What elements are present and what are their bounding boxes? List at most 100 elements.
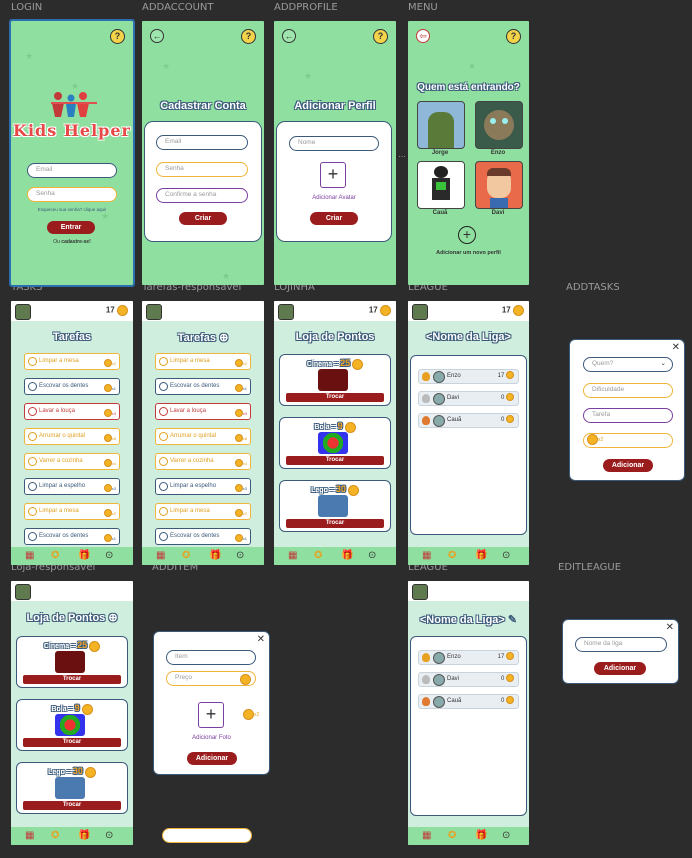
radio-icon[interactable]: [159, 382, 168, 391]
medal-icon[interactable]: ✪: [51, 550, 59, 561]
login-button[interactable]: Entrar: [47, 221, 95, 234]
more-icon[interactable]: ⊙: [502, 550, 510, 561]
task-item[interactable]: Arrumar o quintal x8: [24, 428, 120, 445]
page-title[interactable]: Tarefas ⊕: [142, 331, 264, 344]
price-input[interactable]: Preço: [166, 671, 256, 686]
profile-avatar-enzo[interactable]: [475, 101, 523, 149]
task-item[interactable]: Limpar a mesa x2: [155, 353, 251, 370]
create-button[interactable]: Criar: [179, 212, 227, 225]
gift-icon[interactable]: 🎁: [78, 550, 90, 561]
task-item[interactable]: Limpar a mesa x2: [24, 353, 120, 370]
medal-icon[interactable]: ✪: [182, 550, 190, 561]
radio-icon[interactable]: [28, 482, 37, 491]
task-item[interactable]: Varrer a cozinha x4: [155, 453, 251, 470]
add-photo-icon[interactable]: +: [198, 702, 224, 728]
trade-button[interactable]: Trocar: [286, 393, 384, 402]
radio-icon[interactable]: [159, 457, 168, 466]
trade-button[interactable]: Trocar: [23, 675, 121, 684]
radio-icon[interactable]: [159, 532, 168, 541]
task-item[interactable]: Escovar os dentes x1: [24, 378, 120, 395]
radio-icon[interactable]: [28, 432, 37, 441]
calendar-icon[interactable]: ▦: [156, 550, 165, 561]
user-avatar[interactable]: [412, 304, 428, 320]
profile-avatar-jorge[interactable]: [417, 101, 465, 149]
trade-button[interactable]: Trocar: [23, 801, 121, 810]
email-input[interactable]: Email: [156, 135, 248, 150]
task-item[interactable]: Limpar a espelho x3: [24, 478, 120, 495]
calendar-icon[interactable]: ▦: [25, 830, 34, 841]
radio-icon[interactable]: [159, 407, 168, 416]
plus-icon[interactable]: +: [320, 162, 346, 188]
difficulty-input[interactable]: Dificuldade: [583, 383, 673, 398]
radio-icon[interactable]: [159, 432, 168, 441]
page-title[interactable]: Loja de Pontos ⊕: [11, 611, 133, 624]
task-item[interactable]: Limpar a mesa x2: [155, 503, 251, 520]
back-icon[interactable]: ←: [150, 29, 164, 43]
league-row[interactable]: Davi 0: [418, 672, 519, 687]
medal-icon[interactable]: ✪: [51, 830, 59, 841]
help-icon[interactable]: ?: [241, 29, 256, 44]
user-avatar[interactable]: [15, 584, 31, 600]
item-input[interactable]: Item: [166, 650, 256, 665]
more-icon[interactable]: ⊙: [105, 550, 113, 561]
more-icon[interactable]: ⊙: [105, 830, 113, 841]
help-icon[interactable]: ?: [506, 29, 521, 44]
radio-icon[interactable]: [159, 482, 168, 491]
trade-button[interactable]: Trocar: [286, 519, 384, 528]
trade-button[interactable]: Trocar: [286, 456, 384, 465]
radio-icon[interactable]: [28, 407, 37, 416]
more-icon[interactable]: ⊙: [502, 830, 510, 841]
name-input[interactable]: Nome: [289, 136, 379, 151]
close-icon[interactable]: ✕: [672, 342, 680, 353]
task-item[interactable]: Escovar os dentes x1: [155, 528, 251, 545]
task-item[interactable]: Varrer a cozinha x4: [24, 453, 120, 470]
user-avatar[interactable]: [146, 304, 162, 320]
user-avatar[interactable]: [15, 304, 31, 320]
add-button[interactable]: Adicionar: [603, 459, 653, 472]
radio-icon[interactable]: [159, 507, 168, 516]
gift-icon[interactable]: 🎁: [341, 550, 353, 561]
confirm-password-input[interactable]: Confirme a senha: [156, 188, 248, 203]
radio-icon[interactable]: [28, 357, 37, 366]
create-button[interactable]: Criar: [310, 212, 358, 225]
back-icon[interactable]: ←: [282, 29, 296, 43]
league-row[interactable]: Cauã 0: [418, 694, 519, 709]
user-avatar[interactable]: [278, 304, 294, 320]
radio-icon[interactable]: [28, 457, 37, 466]
medal-icon[interactable]: ✪: [314, 550, 322, 561]
radio-icon[interactable]: [28, 382, 37, 391]
task-item[interactable]: Escovar os dentes x1: [24, 528, 120, 545]
price-input-standalone[interactable]: [162, 828, 252, 843]
add-button[interactable]: Adicionar: [187, 752, 237, 765]
league-row[interactable]: Davi 0: [418, 391, 519, 406]
league-name-input[interactable]: Nome da liga: [575, 637, 667, 652]
radio-icon[interactable]: [159, 357, 168, 366]
logout-icon[interactable]: ⇦: [416, 29, 430, 43]
email-input[interactable]: Email: [27, 163, 117, 178]
pencil-icon[interactable]: ✎: [508, 614, 517, 626]
league-row[interactable]: Cauã 0: [418, 413, 519, 428]
help-icon[interactable]: ?: [373, 29, 388, 44]
help-icon[interactable]: ?: [110, 29, 125, 44]
task-item[interactable]: Lavar a louça x3: [24, 403, 120, 420]
calendar-icon[interactable]: ▦: [288, 550, 297, 561]
password-input[interactable]: Senha: [27, 187, 117, 202]
trade-button[interactable]: Trocar: [23, 738, 121, 747]
gift-icon[interactable]: 🎁: [209, 550, 221, 561]
add-button[interactable]: Adicionar: [594, 662, 646, 675]
radio-icon[interactable]: [28, 507, 37, 516]
who-select[interactable]: Quem? ⌄: [583, 357, 673, 372]
add-profile-label[interactable]: Adicionar um novo perfil: [408, 250, 529, 256]
more-icon[interactable]: ⊙: [368, 550, 376, 561]
task-input[interactable]: Tarefa: [583, 408, 673, 423]
close-icon[interactable]: ✕: [666, 622, 674, 633]
reward-input[interactable]: x2: [583, 433, 673, 448]
radio-icon[interactable]: [28, 532, 37, 541]
password-input[interactable]: Senha: [156, 162, 248, 177]
calendar-icon[interactable]: ▦: [25, 550, 34, 561]
profile-avatar-caua[interactable]: [417, 161, 465, 209]
gift-icon[interactable]: 🎁: [475, 830, 487, 841]
medal-icon[interactable]: ✪: [448, 550, 456, 561]
task-item[interactable]: Lavar a louça x3: [155, 403, 251, 420]
task-item[interactable]: Limpar a espelho x3: [155, 478, 251, 495]
